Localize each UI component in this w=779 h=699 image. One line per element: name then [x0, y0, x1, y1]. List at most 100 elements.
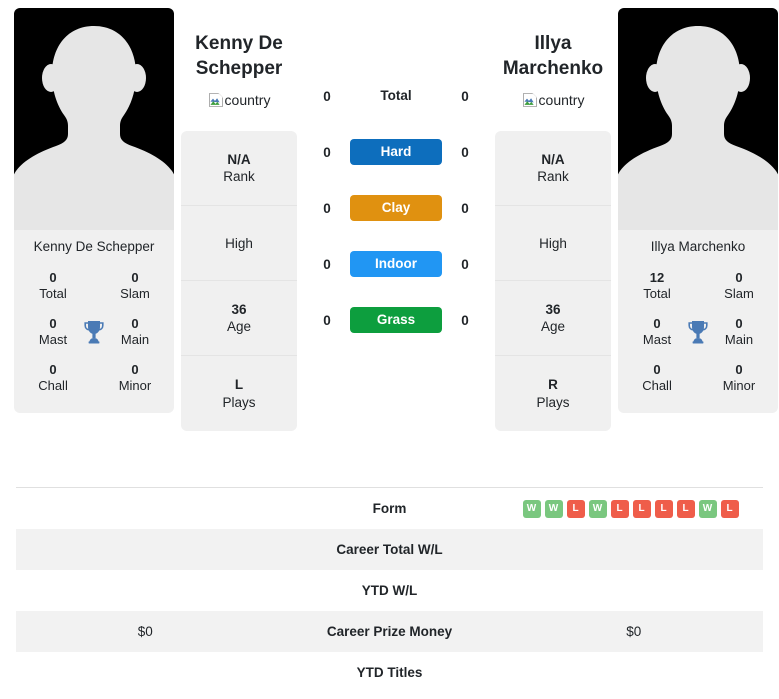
label: Slam	[120, 286, 150, 302]
right-titles-slam: 0 Slam	[712, 270, 766, 303]
left-grass-count: 0	[323, 312, 331, 328]
value: 0	[131, 269, 139, 285]
titles-row: 0 Mast 0 Main	[624, 309, 772, 355]
right-titles-total: 12 Total	[630, 270, 684, 303]
label: Age	[540, 319, 566, 335]
right-total-count: 0	[461, 88, 469, 104]
table-row: Career Total W/L	[16, 529, 763, 570]
value: 0	[131, 361, 139, 377]
left-player-name: Kenny De Schepper	[33, 239, 155, 254]
titles-row: 12 Total 0 Slam	[624, 263, 772, 309]
label: Main	[724, 332, 754, 348]
right-player-column: Illya Marchenko 12 Total 0 Slam 0 Mast 0…	[618, 8, 778, 414]
left-player-card[interactable]: Kenny De Schepper 0 Total 0 Slam 0 Mast …	[14, 8, 174, 414]
titles-row: 0 Chall 0 Minor	[624, 355, 772, 401]
right-rank-cell: N/A Rank	[495, 131, 611, 207]
right-clay-count: 0	[461, 200, 469, 216]
label: High	[225, 235, 253, 251]
left-titles-minor: 0 Minor	[108, 362, 162, 395]
row-label-ytd-wl: YTD W/L	[361, 583, 418, 598]
value: 0	[653, 315, 661, 331]
right-player-title: Illya Marchenko	[488, 32, 618, 81]
form-badge-loss[interactable]: L	[676, 499, 695, 518]
right-info-card: N/A Rank High 36 Age R Plays	[495, 131, 611, 432]
label: High	[539, 235, 567, 251]
label: Age	[226, 319, 252, 335]
trophy-icon	[84, 321, 104, 344]
value: 12	[649, 269, 665, 285]
value: 0	[735, 315, 743, 331]
titles-row: 0 Mast 0 Main	[20, 309, 168, 355]
form-badge-loss[interactable]: L	[654, 499, 673, 518]
right-titles-grid: 12 Total 0 Slam 0 Mast 0 Main 0 Chall 0 …	[618, 261, 778, 413]
right-titles-mast: 0 Mast	[630, 316, 684, 349]
row-right-value: WWLWLLLLWL	[505, 499, 764, 518]
surface-row-hard: 0 Hard 0	[304, 124, 488, 180]
form-badge-loss[interactable]: L	[610, 499, 629, 518]
right-player-card[interactable]: Illya Marchenko 12 Total 0 Slam 0 Mast 0…	[618, 8, 778, 414]
label: Chall	[642, 378, 672, 394]
label: Rank	[537, 169, 569, 185]
table-row: YTD W/L	[16, 570, 763, 611]
label: Plays	[222, 394, 256, 410]
label: Rank	[223, 169, 255, 185]
value: R	[548, 377, 558, 393]
label: Main	[120, 332, 150, 348]
form-badge-win[interactable]: W	[588, 499, 607, 518]
trophy-icon	[688, 321, 708, 344]
right-titles-main: 0 Main	[712, 316, 766, 349]
value: L	[234, 377, 244, 393]
table-row: Form WWLWLLLLWL	[16, 488, 763, 529]
left-titles-slam: 0 Slam	[108, 270, 162, 303]
left-hard-count: 0	[323, 144, 331, 160]
right-grass-count: 0	[461, 312, 469, 328]
form-badge-loss[interactable]: L	[632, 499, 651, 518]
left-clay-count: 0	[323, 200, 331, 216]
left-trophy-icon	[80, 320, 108, 344]
left-plays-cell: L Plays	[181, 356, 297, 431]
surface-comparison-column: 0 Total 0 0 Hard 0 0 Clay 0 0 Indoor 0 0	[304, 8, 488, 348]
left-player-column: Kenny De Schepper 0 Total 0 Slam 0 Mast …	[14, 8, 174, 414]
value: 0	[653, 361, 661, 377]
label: Minor	[118, 378, 152, 394]
form-badge-win[interactable]: W	[544, 499, 563, 518]
left-rank-cell: N/A Rank	[181, 131, 297, 207]
row-label-ytd-titles: YTD Titles	[356, 665, 423, 680]
form-badge-win[interactable]: W	[522, 499, 541, 518]
surface-badge-clay: Clay	[350, 194, 442, 222]
comparison-stats-table: Form WWLWLLLLWL Career Total W/L YTD W/L…	[16, 487, 763, 693]
label: Total	[643, 286, 671, 302]
player-comparison-page: Kenny De Schepper 0 Total 0 Slam 0 Mast …	[0, 0, 779, 699]
form-badge-win[interactable]: W	[698, 499, 717, 518]
label: Minor	[722, 378, 756, 394]
surface-row-indoor: 0 Indoor 0	[304, 236, 488, 292]
value: 0	[49, 361, 57, 377]
label: Chall	[38, 378, 68, 394]
right-country-alt-text: country	[538, 92, 585, 109]
form-badge-loss[interactable]: L	[720, 499, 739, 518]
right-titles-chall: 0 Chall	[630, 362, 684, 395]
value: 0	[49, 269, 57, 285]
label: Plays	[536, 394, 570, 410]
right-plays-cell: R Plays	[495, 356, 611, 431]
value: 0	[735, 361, 743, 377]
left-indoor-count: 0	[323, 256, 331, 272]
right-player-photo	[618, 8, 778, 230]
broken-image-icon	[522, 93, 537, 108]
value: N/A	[227, 151, 251, 167]
label: Slam	[724, 286, 754, 302]
form-badge-loss[interactable]: L	[566, 499, 585, 518]
left-titles-chall: 0 Chall	[26, 362, 80, 395]
left-info-card: N/A Rank High 36 Age L Plays	[181, 131, 297, 432]
row-label-career-total-wl: Career Total W/L	[336, 542, 443, 557]
form-badges: WWLWLLLLWL	[505, 499, 739, 518]
right-country-flag: country	[522, 91, 585, 109]
table-row: $0 Career Prize Money $0	[16, 611, 763, 652]
left-titles-grid: 0 Total 0 Slam 0 Mast 0 Main 0 Chall 0 M…	[14, 261, 174, 413]
right-titles-minor: 0 Minor	[712, 362, 766, 395]
right-hard-count: 0	[461, 144, 469, 160]
left-titles-mast: 0 Mast	[26, 316, 80, 349]
surface-badge-grass: Grass	[350, 306, 442, 334]
broken-image-icon	[208, 93, 223, 108]
player-silhouette-icon	[14, 26, 174, 230]
